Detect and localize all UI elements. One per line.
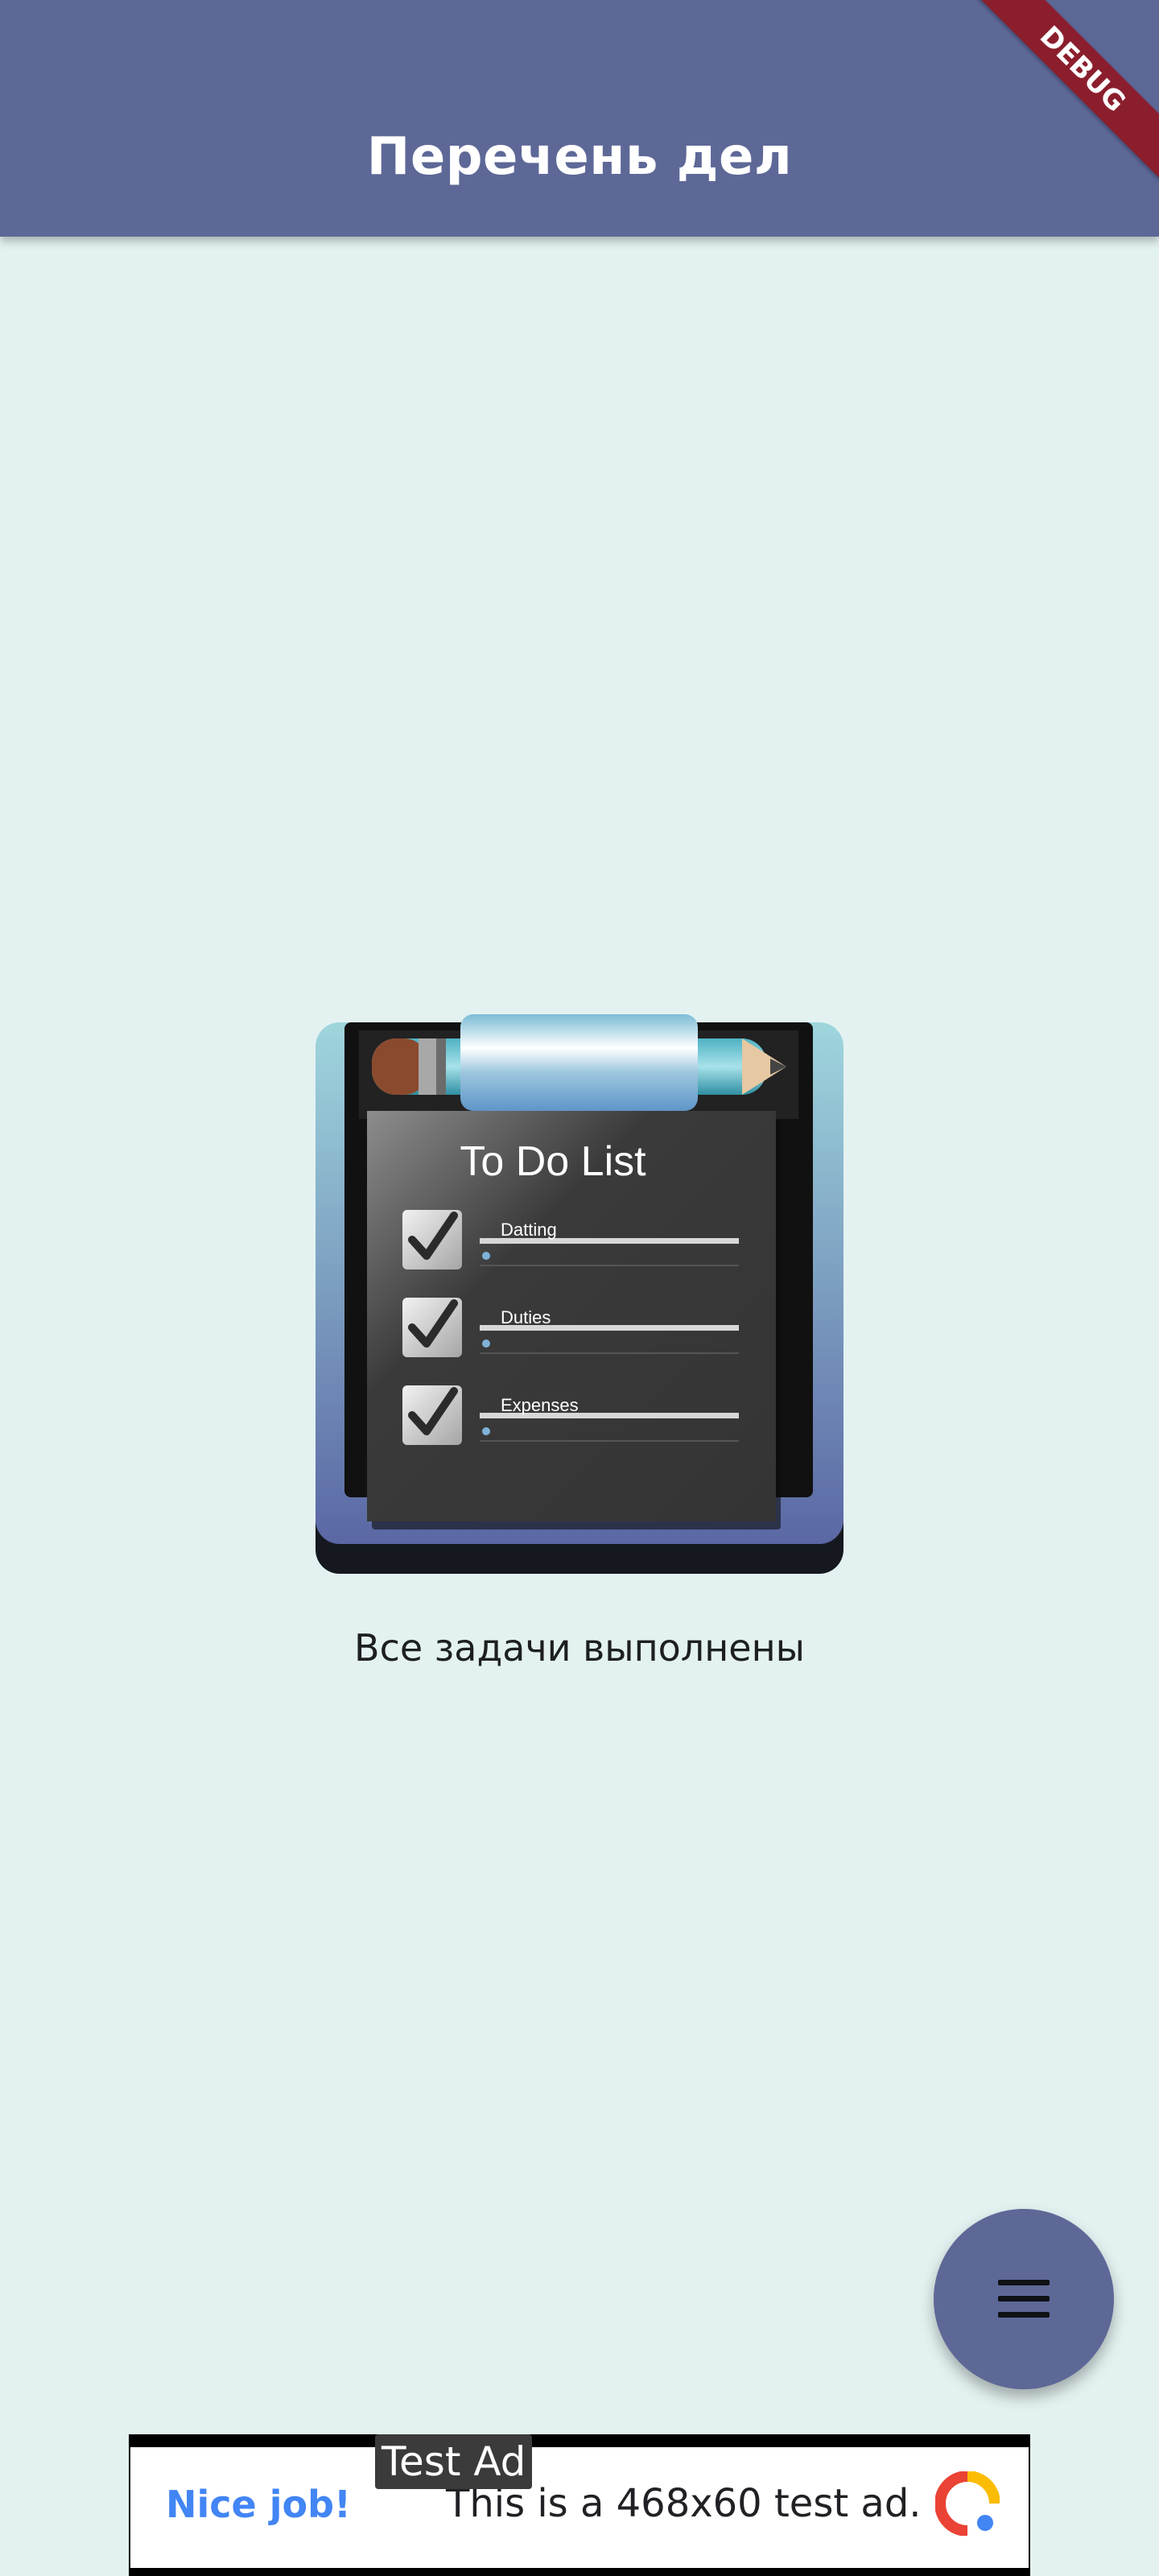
illustration-item-2: Duties xyxy=(501,1307,551,1327)
empty-state-message: Все задачи выполнены xyxy=(354,1626,805,1670)
ad-content[interactable]: Nice job! This is a 468x60 test ad. xyxy=(130,2447,1029,2568)
illustration-item-1: Datting xyxy=(501,1220,557,1240)
ad-headline[interactable]: Nice job! xyxy=(166,2483,351,2526)
menu-fab-button[interactable] xyxy=(934,2209,1114,2389)
illustration-item-3: Expenses xyxy=(501,1395,579,1415)
clipboard-icon: To Do List Datting Duties Expenses xyxy=(316,1014,843,1574)
illustration-title: To Do List xyxy=(460,1138,646,1185)
ad-banner[interactable]: Nice job! This is a 468x60 test ad. xyxy=(129,2434,1030,2576)
page-title: Перечень дел xyxy=(366,127,793,187)
ad-logo-icon[interactable] xyxy=(935,2471,1000,2536)
todo-illustration: To Do List Datting Duties Expenses xyxy=(316,1014,843,1574)
menu-icon xyxy=(998,2280,1050,2318)
test-ad-label: Test Ad xyxy=(375,2434,533,2489)
app-bar: Перечень дел xyxy=(0,0,1159,237)
